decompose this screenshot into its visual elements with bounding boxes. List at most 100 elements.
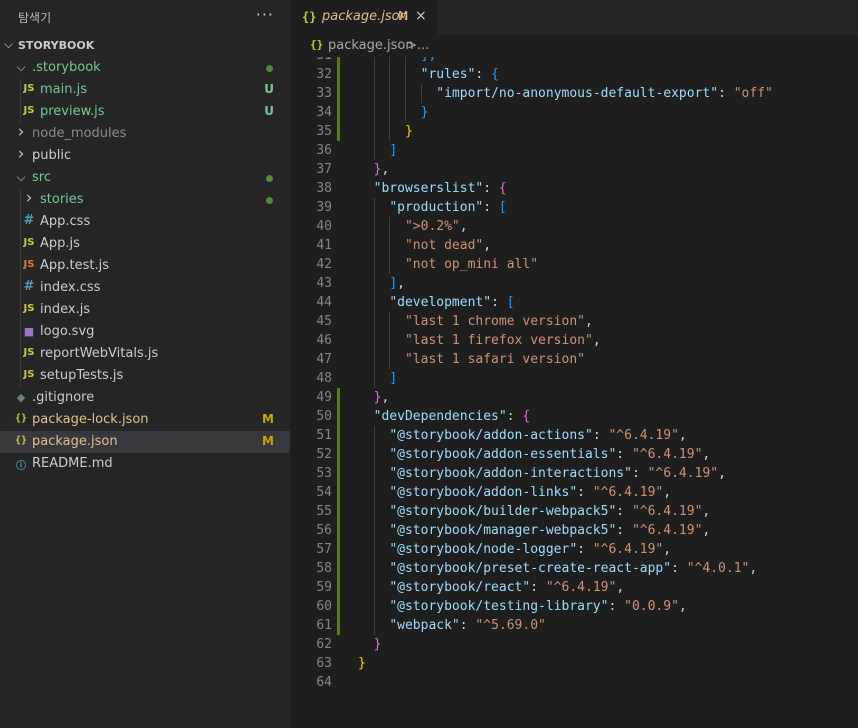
git-modified-gutter xyxy=(337,445,340,464)
indent-guide xyxy=(373,84,375,103)
explorer-header: 탐색기 ··· xyxy=(0,0,290,35)
code-text: "@storybook/manager-webpack5": "^6.4.19"… xyxy=(389,521,710,540)
tree-item[interactable]: JS index.js xyxy=(0,299,290,321)
explorer-sidebar: 탐색기 ··· ⌵ STORYBOOK ⌵ .storybook JS main.js… xyxy=(0,0,290,728)
vertical-scrollbar[interactable] xyxy=(844,57,858,728)
line-number: 43 xyxy=(316,276,332,291)
code-token: , xyxy=(592,333,601,348)
tab-modified-badge: M xyxy=(398,9,409,23)
line-number: 60 xyxy=(316,599,332,614)
code-token: "@storybook/addon-essentials" xyxy=(389,447,617,462)
tree-item[interactable]: # App.css xyxy=(0,211,290,233)
more-actions-button[interactable]: ··· xyxy=(256,5,274,24)
indent-guide xyxy=(420,84,422,103)
tree-item[interactable]: JS reportWebVitals.js xyxy=(0,343,290,365)
indent-guide xyxy=(373,426,375,445)
code-line: 62} xyxy=(290,635,858,654)
code-line: 54 "@storybook/addon-links": "^6.4.19", xyxy=(290,483,858,502)
javascript-file-icon: JS xyxy=(23,105,35,116)
code-text: "production": [ xyxy=(389,198,506,217)
javascript-file-icon: JS xyxy=(23,237,35,248)
line-number: 41 xyxy=(316,238,332,253)
close-icon[interactable]: × xyxy=(415,8,427,24)
indent-guide xyxy=(373,578,375,597)
chevron-right-icon: › xyxy=(25,188,33,208)
tree-item[interactable]: ◆ .gitignore xyxy=(0,387,290,409)
indent-guide xyxy=(20,321,21,343)
code-line: 63} xyxy=(290,654,858,673)
tree-item[interactable]: › node_modules xyxy=(0,122,290,145)
code-lines: 31],32"rules": {33"import/no-anonymous-d… xyxy=(290,57,858,692)
explorer-title: 탐색기 xyxy=(18,11,52,25)
tree-item[interactable]: JS main.js U xyxy=(0,79,290,101)
code-token: [ xyxy=(498,200,507,215)
tree-item[interactable]: ■ logo.svg xyxy=(0,321,290,343)
code-token: } xyxy=(358,656,366,671)
tree-item[interactable]: # index.css xyxy=(0,277,290,299)
breadcrumb-symbol[interactable]: ... xyxy=(417,38,429,53)
tree-item-label: setupTests.js xyxy=(40,368,124,383)
tree-item[interactable]: JS preview.js U xyxy=(0,101,290,123)
code-token: "production" xyxy=(389,200,484,215)
code-token: "^6.4.19" xyxy=(631,504,703,519)
line-number: 39 xyxy=(316,200,332,215)
tree-item[interactable]: › stories xyxy=(0,188,290,211)
code-token: ] xyxy=(389,276,398,291)
tree-item[interactable]: JS App.js xyxy=(0,233,290,255)
line-number: 42 xyxy=(316,257,332,272)
code-token: "off" xyxy=(733,86,773,101)
code-token: , xyxy=(381,162,390,177)
code-token: , xyxy=(397,276,405,291)
tree-item[interactable]: JS setupTests.js xyxy=(0,365,290,387)
tree-item[interactable]: ⌵ .storybook xyxy=(0,57,290,79)
tree-item[interactable]: ⌵ src xyxy=(0,167,290,189)
code-token: } xyxy=(373,637,382,652)
line-number: 64 xyxy=(316,675,332,690)
code-token: "last 1 safari version" xyxy=(404,352,585,367)
workspace-section-header[interactable]: ⌵ STORYBOOK xyxy=(0,35,290,57)
indent-guide xyxy=(404,103,406,122)
line-number: 49 xyxy=(316,390,332,405)
code-line: 55 "@storybook/builder-webpack5": "^6.4.1… xyxy=(290,502,858,521)
indent-guide xyxy=(404,57,406,65)
breadcrumb-file[interactable]: package.json xyxy=(328,38,414,53)
tab-package-json[interactable]: {} package.json M × xyxy=(290,0,438,35)
indent-guide xyxy=(373,369,375,388)
line-number: 51 xyxy=(316,428,332,443)
tree-item[interactable]: › public xyxy=(0,144,290,167)
git-modified-gutter xyxy=(337,502,340,521)
code-token: : xyxy=(577,542,593,557)
line-number: 57 xyxy=(316,542,332,557)
tree-item[interactable]: {} package-lock.json M xyxy=(0,409,290,431)
tree-item[interactable]: JS App.test.js xyxy=(0,255,290,277)
code-line: 43], xyxy=(290,274,858,293)
tree-item[interactable]: ⓘ README.md xyxy=(0,453,290,475)
code-text: ] xyxy=(389,369,397,388)
indent-guide xyxy=(373,616,375,635)
css-file-icon: # xyxy=(23,279,35,294)
code-token: ] xyxy=(389,371,398,386)
code-editor[interactable]: 31],32"rules": {33"import/no-anonymous-d… xyxy=(290,57,858,728)
code-line: 58 "@storybook/preset-create-react-app": … xyxy=(290,559,858,578)
code-text: } xyxy=(421,103,429,122)
code-text: "webpack": "^5.69.0" xyxy=(389,616,546,635)
json-file-icon: {} xyxy=(14,435,28,446)
code-text: "@storybook/testing-library": "0.0.9", xyxy=(389,597,686,616)
code-token: : xyxy=(530,580,546,595)
tree-item[interactable]: {} package.json M xyxy=(0,431,290,453)
git-status-dot xyxy=(266,175,273,182)
tree-item-label: README.md xyxy=(32,456,113,471)
indent-guide xyxy=(20,189,21,211)
line-number: 36 xyxy=(316,143,332,158)
tree-item-label: logo.svg xyxy=(40,324,95,339)
code-token: "^6.4.19" xyxy=(592,542,664,557)
code-text: "last 1 safari version" xyxy=(405,350,585,369)
indent-guide xyxy=(373,65,375,84)
javascript-file-icon: JS xyxy=(23,83,35,94)
indent-guide xyxy=(373,141,375,160)
indent-guide xyxy=(20,277,21,299)
line-number: 58 xyxy=(316,561,332,576)
git-modified-gutter xyxy=(337,483,340,502)
line-number: 32 xyxy=(316,67,332,82)
code-line: 52 "@storybook/addon-essentials": "^6.4.1… xyxy=(290,445,858,464)
